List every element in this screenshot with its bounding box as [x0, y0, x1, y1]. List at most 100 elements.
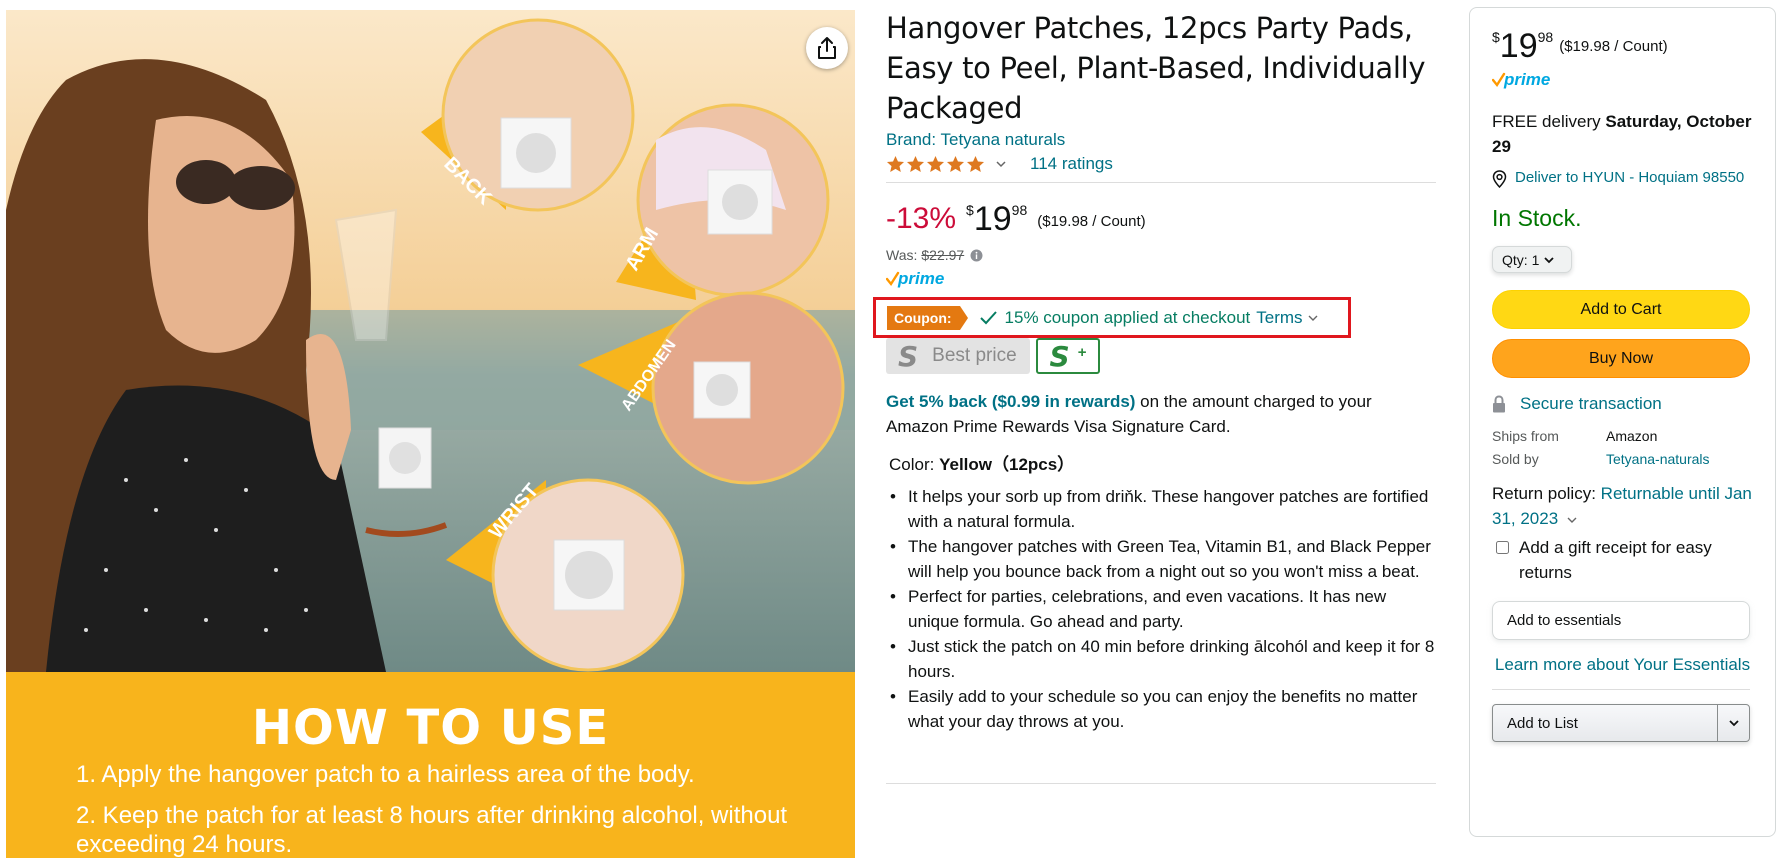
was-label: Was:	[886, 247, 918, 263]
star-icon	[886, 155, 905, 173]
deliver-to-link[interactable]: Deliver to HYUN - Hoquiam 98550	[1515, 167, 1744, 189]
how-to-title: HOW TO USE	[251, 700, 610, 756]
star-icon	[906, 155, 925, 173]
ships-from-label: Ships from	[1492, 428, 1559, 444]
gift-receipt-label[interactable]: Add a gift receipt for easy returns	[1519, 535, 1753, 585]
buy-now-button[interactable]: Buy Now	[1492, 339, 1750, 378]
price-whole: 19	[973, 200, 1012, 238]
product-details: Hangover Patches, 12pcs Party Pads, Easy…	[885, 8, 1436, 294]
quantity-select[interactable]: Qty: 1	[1492, 246, 1572, 273]
was-price-row: Was: $22.97	[886, 247, 1436, 263]
divider	[886, 182, 1436, 183]
s-plus-badge[interactable]: S +	[1036, 338, 1100, 374]
badge-row: S Best price S +	[886, 338, 1100, 374]
star-rating[interactable]	[886, 155, 985, 173]
seller-link[interactable]: Tetyana-naturals	[1606, 451, 1710, 467]
add-to-list-button[interactable]: Add to List	[1492, 704, 1750, 742]
chevron-down-icon[interactable]	[1308, 314, 1318, 322]
divider	[886, 783, 1436, 784]
qty-value: 1	[1531, 251, 1540, 268]
price-row: -13% $ 19 98 ($19.98 / Count)	[886, 201, 1436, 241]
best-price-logo: S	[898, 339, 919, 373]
buy-box: $ 19 98 ($19.98 / Count) prime FREE deli…	[1469, 7, 1776, 837]
feature-bullets: It helps your sorb up from driňk. These …	[886, 484, 1436, 734]
ratings-count-link[interactable]: 114 ratings	[1030, 154, 1113, 174]
how-to-step-1: 1. Apply the hangover patch to a hairles…	[76, 761, 695, 788]
how-to-use-band: HOW TO USE 1. Apply the hangover patch t…	[6, 672, 855, 858]
share-button[interactable]	[806, 27, 848, 69]
prime-logo: prime	[1491, 70, 1550, 89]
discount-percent: -13%	[886, 202, 957, 235]
return-policy: Return policy: Returnable until Jan 31, …	[1492, 481, 1753, 531]
buy-box-price-row: $ 19 98 ($19.98 / Count)	[1492, 28, 1753, 64]
unit-price: ($19.98 / Count)	[1037, 213, 1146, 230]
ships-from-value: Amazon	[1606, 428, 1658, 444]
add-to-cart-button[interactable]: Add to Cart	[1492, 290, 1750, 329]
rewards-offer: Get 5% back ($0.99 in rewards) on the am…	[886, 389, 1436, 439]
chevron-down-icon[interactable]	[1567, 516, 1577, 524]
delivery-prefix: FREE delivery	[1492, 112, 1606, 131]
color-row: Color: Yellow（12pcs）	[889, 450, 1074, 475]
check-icon	[979, 310, 997, 324]
s-plus-plus: +	[1077, 343, 1087, 361]
deliver-to-row[interactable]: Deliver to HYUN - Hoquiam 98550	[1492, 167, 1753, 189]
rating-row: 114 ratings	[886, 152, 1436, 176]
prime-text: prime	[1503, 70, 1550, 89]
location-pin-icon	[1492, 170, 1507, 188]
list-item: Perfect for parties, celebrations, and e…	[886, 584, 1436, 634]
list-item: Just stick the patch on 40 min before dr…	[886, 634, 1436, 684]
price: $ 19 98	[966, 201, 1027, 237]
chevron-down-icon[interactable]	[995, 158, 1007, 170]
prime-logo: prime	[885, 269, 944, 288]
product-photo: BACK ARM ABDOMEN WRIST	[6, 10, 855, 672]
chevron-down-icon	[1544, 256, 1555, 263]
qty-label: Qty:	[1502, 251, 1528, 268]
best-price-badge[interactable]: S Best price	[886, 338, 1030, 374]
delivery-info: FREE delivery Saturday, October 29	[1492, 109, 1753, 159]
product-image[interactable]: BACK ARM ABDOMEN WRIST HOW TO USE 1. App…	[6, 10, 855, 858]
coupon-terms-link[interactable]: Terms	[1256, 308, 1302, 328]
add-to-list-dropdown[interactable]	[1717, 705, 1749, 741]
learn-more-essentials-link[interactable]: Learn more about Your Essentials	[1492, 652, 1753, 677]
list-item: It helps your sorb up from driňk. These …	[886, 484, 1436, 534]
return-policy-label: Return policy:	[1492, 484, 1601, 503]
price-symbol: $	[1492, 29, 1500, 45]
chevron-down-icon	[1728, 720, 1739, 727]
best-price-label: Best price	[932, 345, 1017, 366]
star-icon	[966, 155, 985, 173]
color-value: Yellow（12pcs）	[939, 455, 1075, 474]
share-icon	[818, 37, 836, 59]
prime-text: prime	[897, 269, 944, 288]
stock-status: In Stock.	[1492, 205, 1582, 231]
price-fraction: 98	[1011, 202, 1028, 218]
color-label: Color:	[889, 455, 935, 474]
star-icon	[926, 155, 945, 173]
coupon-row: Coupon: 15% coupon applied at checkout T…	[873, 297, 1351, 338]
coupon-badge: Coupon:	[887, 305, 968, 330]
info-icon[interactable]	[970, 249, 983, 262]
rewards-link[interactable]: Get 5% back ($0.99 in rewards)	[886, 392, 1135, 411]
gift-receipt-row: Add a gift receipt for easy returns	[1492, 535, 1753, 585]
sold-by-row: Sold by Tetyana-naturals	[1492, 451, 1753, 467]
unit-price: ($19.98 / Count)	[1559, 38, 1668, 55]
add-to-essentials-button[interactable]: Add to essentials	[1492, 601, 1750, 640]
list-item: Easily add to your schedule so you can e…	[886, 684, 1436, 734]
list-item: The hangover patches with Green Tea, Vit…	[886, 534, 1436, 584]
product-title: Hangover Patches, 12pcs Party Pads, Easy…	[886, 11, 1426, 125]
secure-transaction-link[interactable]: Secure transaction	[1520, 394, 1662, 414]
sold-by-label: Sold by	[1492, 451, 1539, 467]
was-price: $22.97	[921, 247, 965, 263]
divider	[1492, 689, 1750, 690]
add-to-list-label[interactable]: Add to List	[1493, 705, 1717, 741]
price-whole: 19	[1499, 27, 1538, 65]
star-icon	[946, 155, 965, 173]
s-plus-logo: S	[1049, 339, 1070, 373]
price-symbol: $	[966, 202, 974, 218]
brand-link[interactable]: Brand: Tetyana naturals	[886, 130, 1065, 150]
coupon-applied-text: 15% coupon applied at checkout	[1004, 307, 1251, 327]
how-to-step-2: 2. Keep the patch for at least 8 hours a…	[76, 802, 788, 858]
price-fraction: 98	[1537, 29, 1554, 45]
secure-transaction-row[interactable]: Secure transaction	[1492, 394, 1753, 414]
lock-icon	[1493, 395, 1505, 413]
gift-receipt-checkbox[interactable]	[1496, 541, 1509, 554]
